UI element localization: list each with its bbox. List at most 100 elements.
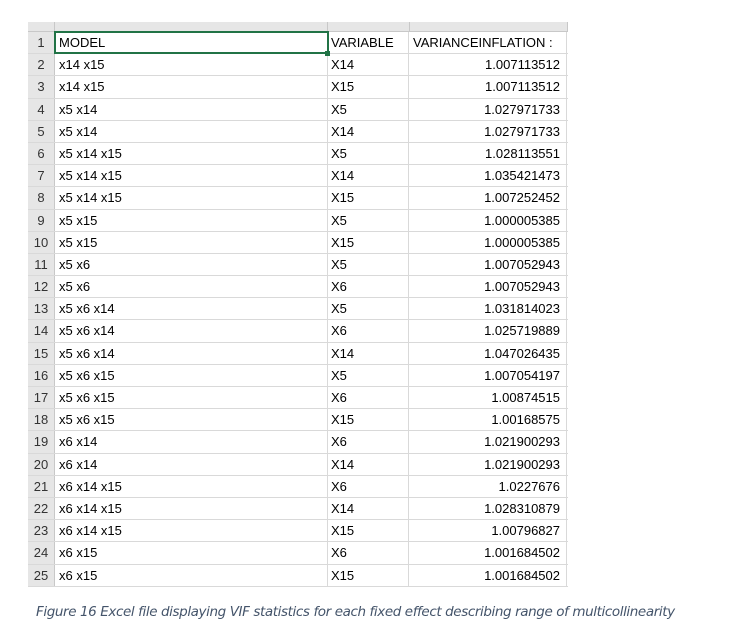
- cell-vif[interactable]: 1.007252452: [409, 187, 567, 209]
- row-number[interactable]: 23: [28, 520, 55, 542]
- cell-variable-header[interactable]: VARIABLE: [328, 32, 409, 54]
- row-number[interactable]: 8: [28, 187, 55, 209]
- cell-vif[interactable]: 1.00874515: [409, 387, 567, 409]
- row-number[interactable]: 18: [28, 409, 55, 431]
- row-number[interactable]: 13: [28, 298, 55, 320]
- cell-vif[interactable]: 1.000005385: [409, 231, 567, 253]
- select-all-corner[interactable]: [28, 22, 55, 31]
- cell-variable[interactable]: X6: [328, 431, 409, 453]
- row-number[interactable]: 11: [28, 253, 55, 276]
- row-number[interactable]: 16: [28, 364, 55, 386]
- cell-model[interactable]: x6 x14 x15: [55, 497, 328, 520]
- cell-model[interactable]: x5 x6 x15: [55, 387, 328, 409]
- cell-variable[interactable]: X6: [328, 276, 409, 298]
- cell-model[interactable]: x5 x15: [55, 209, 328, 231]
- cell-variable[interactable]: X5: [328, 364, 409, 386]
- cell-variable[interactable]: X15: [328, 231, 409, 253]
- cell-variable[interactable]: X14: [328, 342, 409, 364]
- cell-model[interactable]: x6 x14: [55, 431, 328, 453]
- column-header-a[interactable]: [55, 22, 328, 31]
- row-number[interactable]: 19: [28, 431, 55, 453]
- cell-variable[interactable]: X15: [328, 520, 409, 542]
- cell-model[interactable]: x14 x15: [55, 76, 328, 98]
- row-number[interactable]: 2: [28, 54, 55, 76]
- cell-vif[interactable]: 1.00168575: [409, 409, 567, 431]
- row-number[interactable]: 25: [28, 564, 55, 586]
- cell-model[interactable]: x5 x6 x15: [55, 364, 328, 386]
- cell-model[interactable]: x5 x6 x15: [55, 409, 328, 431]
- cell-variable[interactable]: X6: [328, 387, 409, 409]
- row-number[interactable]: 7: [28, 165, 55, 187]
- row-number[interactable]: 12: [28, 276, 55, 298]
- cell-model-header[interactable]: MODEL: [54, 30, 330, 57]
- cell-vif[interactable]: 1.035421473: [409, 165, 567, 187]
- cell-model[interactable]: x6 x15: [55, 542, 328, 564]
- cell-vif[interactable]: 1.027971733: [409, 98, 567, 120]
- column-header-b[interactable]: [328, 22, 410, 31]
- cell-model[interactable]: x6 x15: [55, 564, 328, 586]
- cell-variable[interactable]: X14: [328, 120, 409, 142]
- row-number[interactable]: 24: [28, 542, 55, 564]
- cell-vif[interactable]: 1.001684502: [409, 564, 567, 586]
- cell-vif[interactable]: 1.028113551: [409, 142, 567, 165]
- row-number[interactable]: 3: [28, 76, 55, 98]
- column-header-c[interactable]: [410, 22, 568, 31]
- row-number[interactable]: 15: [28, 342, 55, 364]
- cell-variable[interactable]: X14: [328, 497, 409, 520]
- cell-vif[interactable]: 1.000005385: [409, 209, 567, 231]
- cell-vif[interactable]: 1.027971733: [409, 120, 567, 142]
- cell-vif[interactable]: 1.021900293: [409, 453, 567, 475]
- cell-vif[interactable]: 1.007052943: [409, 253, 567, 276]
- cell-vif[interactable]: 1.007113512: [409, 54, 567, 76]
- cell-model[interactable]: x5 x6 x14: [55, 320, 328, 342]
- row-number[interactable]: 10: [28, 231, 55, 253]
- cell-model[interactable]: x5 x6: [55, 276, 328, 298]
- cell-variable[interactable]: X14: [328, 165, 409, 187]
- cell-vif[interactable]: 1.028310879: [409, 497, 567, 520]
- cell-variable[interactable]: X15: [328, 187, 409, 209]
- cell-vif[interactable]: 1.021900293: [409, 431, 567, 453]
- cell-model[interactable]: x5 x14 x15: [55, 165, 328, 187]
- cell-vif[interactable]: 1.001684502: [409, 542, 567, 564]
- row-number[interactable]: 6: [28, 142, 55, 165]
- cell-variable[interactable]: X14: [328, 54, 409, 76]
- cell-variable[interactable]: X6: [328, 475, 409, 497]
- row-number[interactable]: 22: [28, 497, 55, 520]
- cell-model[interactable]: x5 x6 x14: [55, 342, 328, 364]
- cell-model[interactable]: x6 x14 x15: [55, 520, 328, 542]
- cell-vif[interactable]: 1.007054197: [409, 364, 567, 386]
- cell-model[interactable]: x5 x15: [55, 231, 328, 253]
- row-number[interactable]: 20: [28, 453, 55, 475]
- cell-variable[interactable]: X14: [328, 453, 409, 475]
- cell-model[interactable]: x14 x15: [55, 54, 328, 76]
- cell-variable[interactable]: X5: [328, 142, 409, 165]
- cell-model[interactable]: x5 x14: [55, 98, 328, 120]
- cell-variable[interactable]: X15: [328, 564, 409, 586]
- row-number[interactable]: 21: [28, 475, 55, 497]
- cell-model[interactable]: x6 x14 x15: [55, 475, 328, 497]
- cell-vif[interactable]: 1.007052943: [409, 276, 567, 298]
- row-number[interactable]: 14: [28, 320, 55, 342]
- cell-model[interactable]: x5 x6: [55, 253, 328, 276]
- cell-vif[interactable]: 1.031814023: [409, 298, 567, 320]
- cell-variable[interactable]: X15: [328, 409, 409, 431]
- cell-variable[interactable]: X5: [328, 253, 409, 276]
- cell-model[interactable]: x5 x14 x15: [55, 142, 328, 165]
- cell-vif[interactable]: 1.00796827: [409, 520, 567, 542]
- cell-vif[interactable]: 1.007113512: [409, 76, 567, 98]
- row-number[interactable]: 5: [28, 120, 55, 142]
- cell-vif-header[interactable]: VARIANCEINFLATION :: [409, 32, 567, 54]
- row-number[interactable]: 1: [28, 32, 55, 54]
- cell-variable[interactable]: X15: [328, 76, 409, 98]
- row-number[interactable]: 9: [28, 209, 55, 231]
- cell-model[interactable]: x5 x14: [55, 120, 328, 142]
- cell-variable[interactable]: X5: [328, 98, 409, 120]
- cell-variable[interactable]: X5: [328, 298, 409, 320]
- cell-variable[interactable]: X5: [328, 209, 409, 231]
- cell-model[interactable]: x5 x14 x15: [55, 187, 328, 209]
- cell-variable[interactable]: X6: [328, 542, 409, 564]
- cell-vif[interactable]: 1.047026435: [409, 342, 567, 364]
- cell-model[interactable]: x5 x6 x14: [55, 298, 328, 320]
- cell-model[interactable]: x6 x14: [55, 453, 328, 475]
- row-number[interactable]: 17: [28, 387, 55, 409]
